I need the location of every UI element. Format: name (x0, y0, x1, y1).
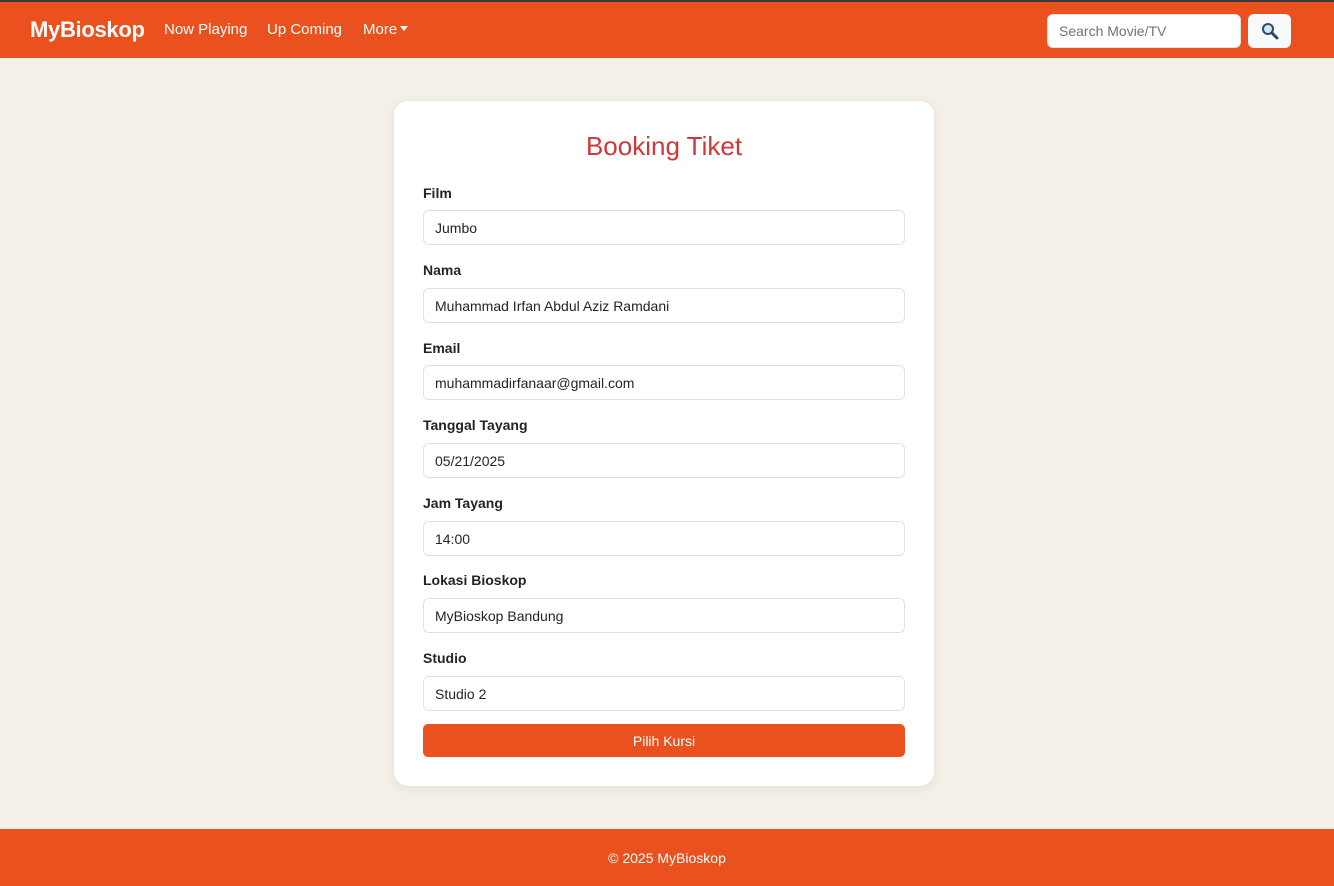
nav-dropdown-more[interactable]: More (363, 21, 409, 38)
nama-input[interactable] (423, 288, 905, 323)
navbar: MyBioskop Now Playing Up Coming More (0, 2, 1334, 58)
label-nama: Nama (423, 262, 462, 278)
film-input[interactable] (423, 210, 905, 245)
email-input[interactable] (423, 365, 905, 400)
studio-input[interactable] (423, 676, 905, 711)
footer: © 2025 MyBioskop (0, 829, 1334, 886)
booking-card: Booking Tiket Film Nama Email Tanggal Ta… (394, 101, 934, 786)
label-jam-tayang: Jam Tayang (423, 495, 503, 511)
nav-link-up-coming[interactable]: Up Coming (267, 21, 342, 38)
jam-tayang-input[interactable] (423, 521, 905, 556)
caret-down-icon (400, 26, 409, 31)
brand-logo[interactable]: MyBioskop (30, 17, 145, 43)
label-email: Email (423, 340, 461, 356)
nav-dropdown-more-label: More (363, 21, 398, 38)
page-title: Booking Tiket (585, 131, 743, 161)
label-film: Film (423, 185, 452, 201)
footer-copyright: © 2025 MyBioskop (608, 849, 726, 866)
label-tanggal-tayang: Tanggal Tayang (423, 417, 528, 433)
search-input[interactable] (1047, 14, 1241, 48)
tanggal-tayang-input[interactable] (423, 443, 905, 478)
pilih-kursi-button[interactable]: Pilih Kursi (423, 724, 905, 757)
nav-link-now-playing[interactable]: Now Playing (164, 21, 247, 38)
label-studio: Studio (423, 650, 467, 666)
lokasi-bioskop-input[interactable] (423, 598, 905, 633)
label-lokasi-bioskop: Lokasi Bioskop (423, 572, 527, 588)
magnifying-glass-icon (1261, 23, 1278, 40)
search-button[interactable] (1248, 14, 1291, 48)
